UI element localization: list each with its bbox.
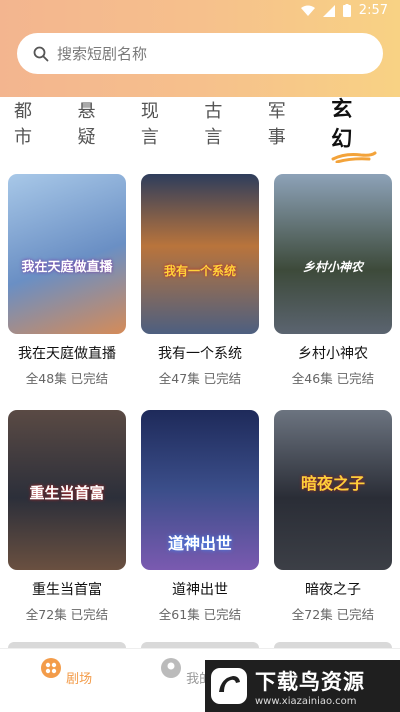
active-tab-indicator	[331, 151, 377, 163]
poster-title-art: 我在天庭做直播	[21, 260, 113, 275]
drama-card[interactable]: 重生当首富 重生当首富 全72集 已完结	[8, 410, 126, 623]
tab-dushi[interactable]: 都市	[14, 97, 46, 149]
drama-card[interactable]: 我在天庭做直播 我在天庭做直播 全48集 已完结	[8, 174, 126, 387]
theater-icon	[40, 658, 61, 678]
poster-title-art: 暗夜之子	[300, 474, 365, 493]
tab-xianyan[interactable]: 现言	[141, 97, 173, 149]
profile-icon	[160, 658, 181, 678]
drama-title: 我在天庭做直播	[18, 346, 116, 362]
tab-guyan[interactable]: 古言	[204, 97, 236, 149]
search-placeholder: 搜索短剧名称	[57, 45, 148, 63]
drama-poster: 暗夜之子	[274, 410, 392, 570]
tab-xuanhuan[interactable]: 玄幻	[331, 93, 377, 163]
drama-episodes: 全61集 已完结	[158, 607, 242, 622]
drama-title: 乡村小神农	[298, 346, 368, 362]
poster-title-art: 道神出世	[167, 534, 232, 553]
search-icon	[33, 46, 49, 61]
nav-theater[interactable]: 剧场	[26, 657, 106, 687]
drama-episodes: 全47集 已完结	[158, 371, 242, 386]
drama-card[interactable]: 暗夜之子 暗夜之子 全72集 已完结	[274, 410, 392, 623]
drama-episodes: 全72集 已完结	[291, 607, 375, 622]
tab-junshi[interactable]: 军事	[268, 97, 300, 149]
category-tabs: 都市 悬疑 现言 古言 军事 玄幻	[0, 97, 400, 163]
poster-title-art: 重生当首富	[29, 484, 105, 502]
search-input[interactable]: 搜索短剧名称	[17, 33, 383, 74]
wifi-icon	[300, 5, 315, 16]
status-bar: 2:57	[0, 0, 400, 24]
drama-card[interactable]: 我有一个系统 我有一个系统 全47集 已完结	[141, 174, 259, 387]
drama-card[interactable]: 乡村小神农 乡村小神农 全46集 已完结	[274, 174, 392, 387]
watermark-url: www.xiazainiao.com	[255, 695, 357, 707]
drama-title: 我有一个系统	[158, 346, 242, 362]
signal-icon	[322, 4, 335, 17]
drama-poster: 我有一个系统	[141, 174, 259, 334]
drama-title: 暗夜之子	[305, 582, 361, 598]
drama-title: 重生当首富	[32, 582, 102, 598]
watermark-banner: 下载鸟资源 www.xiazainiao.com	[205, 660, 400, 712]
drama-poster: 乡村小神农	[274, 174, 392, 334]
drama-title: 道神出世	[172, 582, 228, 598]
nav-theater-label: 剧场	[66, 672, 93, 687]
watermark-title: 下载鸟资源	[255, 669, 365, 694]
header: 2:57 搜索短剧名称	[0, 0, 400, 97]
drama-card[interactable]: 道神出世 道神出世 全61集 已完结	[141, 410, 259, 623]
drama-poster: 我在天庭做直播	[8, 174, 126, 334]
drama-poster: 重生当首富	[8, 410, 126, 570]
battery-icon	[342, 4, 351, 17]
drama-poster: 道神出世	[141, 410, 259, 570]
drama-episodes: 全72集 已完结	[25, 607, 109, 622]
bird-logo-icon	[211, 668, 247, 704]
poster-title-art: 乡村小神农	[302, 260, 363, 274]
tab-xuanyi[interactable]: 悬疑	[77, 97, 109, 149]
drama-episodes: 全48集 已完结	[25, 371, 109, 386]
drama-episodes: 全46集 已完结	[291, 371, 375, 386]
status-time: 2:57	[358, 3, 388, 18]
poster-title-art: 我有一个系统	[163, 264, 236, 278]
